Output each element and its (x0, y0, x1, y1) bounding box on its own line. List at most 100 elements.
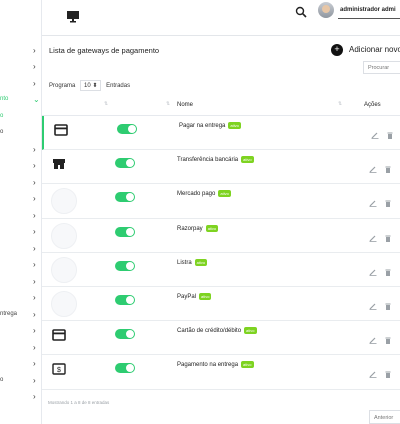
sidebar-item[interactable] (0, 28, 41, 40)
delete-icon[interactable] (387, 126, 393, 139)
sidebar-item[interactable]: › (0, 226, 41, 238)
sidebar-item[interactable]: › (0, 276, 41, 288)
sidebar-item[interactable]: › (0, 193, 41, 205)
sidebar-item[interactable]: o (0, 127, 41, 139)
edit-icon[interactable] (369, 229, 377, 242)
plus-icon: + (331, 44, 343, 56)
store-icon (52, 157, 66, 170)
sidebar-item[interactable]: › (0, 144, 41, 156)
sort-icon[interactable]: ⇅ (104, 101, 108, 107)
edit-icon[interactable] (369, 365, 377, 379)
top-bar: administrador admi (42, 0, 400, 36)
user-name[interactable]: administrador admi (340, 7, 396, 13)
sidebar-item-label: o (0, 129, 4, 135)
add-new-button[interactable]: + Adicionar novo (331, 44, 400, 56)
page-title: Lista de gateways de pagamento (49, 46, 160, 55)
chevron-icon: › (33, 375, 36, 385)
status-badge: ativo (194, 258, 208, 266)
status-toggle[interactable] (115, 260, 135, 271)
edit-icon[interactable] (369, 331, 377, 345)
sidebar-item[interactable]: › (0, 391, 41, 403)
status-toggle[interactable] (115, 226, 135, 237)
chevron-icon: › (33, 293, 36, 302)
edit-icon[interactable] (369, 263, 377, 276)
status-toggle[interactable] (117, 124, 137, 134)
gateway-name-cell: PayPal ativo (177, 293, 212, 300)
sidebar-item[interactable]: o (0, 111, 41, 123)
previous-page-button[interactable]: Anterior (369, 410, 400, 424)
sidebar: › › › nto ⌄ o o › › › › › › › › › › ntrega › › › › o › › (0, 0, 42, 424)
length-suffix: Entradas (106, 83, 131, 89)
chevron-icon: › (33, 194, 36, 203)
sidebar-item[interactable]: › (0, 61, 41, 73)
delete-icon[interactable] (385, 297, 391, 310)
delete-icon[interactable] (385, 229, 391, 242)
column-header-name[interactable]: Nome (177, 102, 193, 108)
sidebar-item[interactable]: › (0, 210, 41, 222)
edit-icon[interactable] (369, 194, 377, 208)
sidebar-item[interactable]: › (0, 243, 41, 255)
sidebar-item[interactable]: nto ⌄ (0, 94, 41, 106)
chevron-icon: › (33, 78, 36, 88)
gateway-name: Pagamento na entrega (177, 362, 239, 369)
sidebar-item[interactable]: › (0, 342, 41, 354)
gateway-name: Pagar na entrega (179, 123, 226, 130)
chevron-icon: › (33, 45, 36, 55)
gateway-logo-placeholder (51, 222, 77, 249)
table-row: $ Pagamento na entrega ativo (42, 355, 400, 390)
sidebar-item[interactable]: › (0, 292, 41, 304)
sidebar-item-label: ntrega (0, 310, 18, 317)
sort-icon[interactable]: ⇅ (338, 101, 342, 107)
search-icon[interactable] (295, 6, 307, 18)
delete-icon[interactable] (385, 331, 391, 345)
chevron-icon: › (33, 161, 36, 170)
avatar[interactable] (318, 2, 334, 18)
chevron-icon: › (33, 392, 36, 401)
table-row: Listra ativo (42, 253, 400, 287)
table-row: Pagar na entrega ativo (42, 116, 400, 151)
chevron-icon: › (33, 144, 36, 154)
table-info: Mostrando 1 a 8 de 8 entradas (48, 400, 110, 405)
card-icon (52, 328, 66, 341)
search-input[interactable] (363, 61, 400, 74)
chevron-icon: › (33, 309, 36, 319)
delete-icon[interactable] (385, 194, 391, 208)
status-toggle[interactable] (115, 329, 135, 340)
sidebar-item[interactable]: › (0, 325, 41, 337)
gateway-name-cell: Cartão de crédito/débito ativo (177, 327, 257, 334)
delete-icon[interactable] (385, 365, 391, 379)
edit-icon[interactable] (371, 126, 379, 139)
edit-icon[interactable] (369, 297, 377, 310)
status-toggle[interactable] (115, 295, 135, 305)
chevron-icon: › (33, 326, 36, 335)
chevron-icon: › (33, 342, 36, 352)
card-icon (54, 123, 68, 136)
sidebar-item[interactable]: › (0, 177, 41, 189)
status-toggle[interactable] (115, 363, 135, 374)
sort-icon[interactable]: ⇅ (166, 101, 170, 107)
sidebar-item[interactable]: ntrega › (0, 309, 41, 321)
delete-icon[interactable] (385, 160, 391, 174)
gateway-name: Mercado pago (177, 191, 216, 198)
sidebar-item[interactable]: o › (0, 375, 41, 387)
gateway-name: Transferência bancária (177, 157, 239, 164)
gateway-name: Cartão de crédito/débito (177, 328, 242, 335)
chevron-icon: › (33, 276, 36, 286)
sidebar-item-label: o (0, 376, 4, 383)
gateway-name-cell: Mercado pago ativo (177, 190, 231, 197)
edit-icon[interactable] (369, 160, 377, 174)
length-value: 10 (84, 83, 91, 89)
status-toggle[interactable] (115, 192, 135, 203)
length-select[interactable]: 10 ⬍ (80, 80, 102, 91)
chevron-icon: › (33, 243, 36, 253)
sidebar-item[interactable]: › (0, 358, 41, 370)
delete-icon[interactable] (385, 263, 391, 276)
monitor-icon[interactable] (66, 10, 80, 24)
sidebar-item[interactable]: › (0, 78, 41, 90)
sidebar-item[interactable]: › (0, 45, 41, 57)
sidebar-item[interactable]: › (0, 259, 41, 271)
sidebar-item[interactable]: › (0, 160, 41, 172)
status-toggle[interactable] (115, 158, 135, 169)
table-row: PayPal ativo (42, 287, 400, 322)
status-badge: ativo (244, 327, 257, 335)
